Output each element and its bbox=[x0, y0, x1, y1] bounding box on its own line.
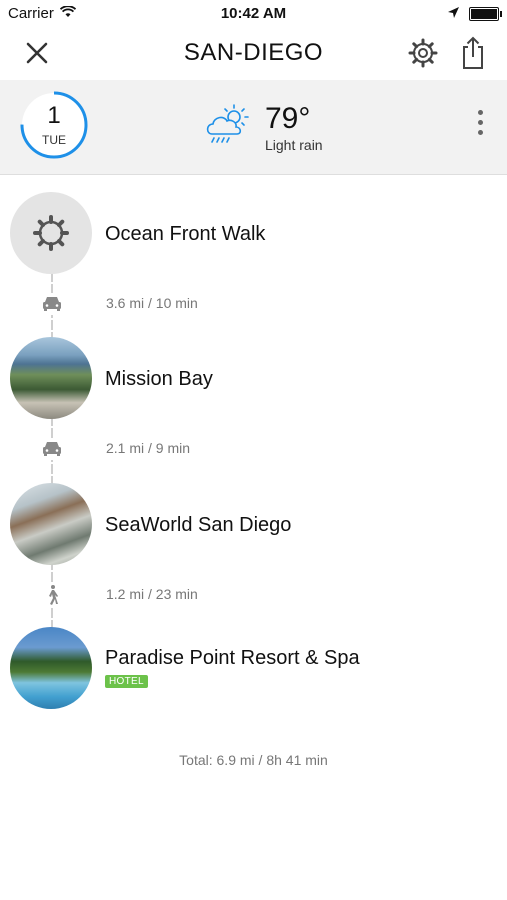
weather-bar: 1 TUE 79° Light rain bbox=[0, 80, 507, 175]
gear-icon bbox=[33, 215, 69, 251]
share-icon[interactable] bbox=[456, 35, 490, 71]
stop-name: SeaWorld San Diego bbox=[105, 514, 292, 536]
stop-photo-mission-bay bbox=[10, 337, 92, 419]
stop-item-paradise-point[interactable]: Paradise Point Resort & Spa HOTEL bbox=[0, 627, 507, 713]
car-icon bbox=[40, 438, 64, 460]
stop-item-seaworld[interactable]: SeaWorld San Diego bbox=[0, 483, 507, 569]
temperature: 79° bbox=[265, 102, 311, 135]
stop-name: Mission Bay bbox=[105, 368, 213, 390]
day-number[interactable]: 1 bbox=[20, 102, 88, 130]
weather-condition: Light rain bbox=[265, 137, 323, 153]
walk-icon bbox=[40, 584, 64, 606]
leg-distance: 2.1 mi / 9 min bbox=[106, 440, 191, 456]
battery-icon bbox=[469, 7, 502, 21]
stop-name: Paradise Point Resort & Spa bbox=[105, 647, 360, 669]
route-leg: 2.1 mi / 9 min bbox=[0, 434, 507, 464]
stop-item-mission-bay[interactable]: Mission Bay bbox=[0, 337, 507, 423]
leg-distance: 3.6 mi / 10 min bbox=[106, 295, 198, 311]
nav-bar: SAN-DIEGO bbox=[0, 28, 507, 78]
cloud-rain-sun-icon bbox=[206, 104, 249, 143]
location-arrow-icon bbox=[448, 7, 459, 18]
status-bar: Carrier 10:42 AM bbox=[0, 0, 507, 28]
gear-icon[interactable] bbox=[406, 36, 440, 70]
more-options-icon[interactable] bbox=[466, 110, 494, 144]
leg-distance: 1.2 mi / 23 min bbox=[106, 586, 198, 602]
stop-placeholder-image bbox=[10, 192, 92, 274]
stop-item-ocean-front-walk[interactable]: Ocean Front Walk bbox=[0, 192, 507, 278]
route-leg: 1.2 mi / 23 min bbox=[0, 580, 507, 610]
hotel-badge: HOTEL bbox=[105, 675, 148, 688]
car-icon bbox=[40, 293, 64, 315]
route-total: Total: 6.9 mi / 8h 41 min bbox=[179, 752, 328, 768]
day-name: TUE bbox=[42, 133, 66, 147]
stop-photo-seaworld bbox=[10, 483, 92, 565]
stop-photo-paradise-point bbox=[10, 627, 92, 709]
route-leg: 3.6 mi / 10 min bbox=[0, 289, 507, 319]
status-time: 10:42 AM bbox=[220, 5, 287, 22]
stop-name: Ocean Front Walk bbox=[105, 223, 266, 245]
